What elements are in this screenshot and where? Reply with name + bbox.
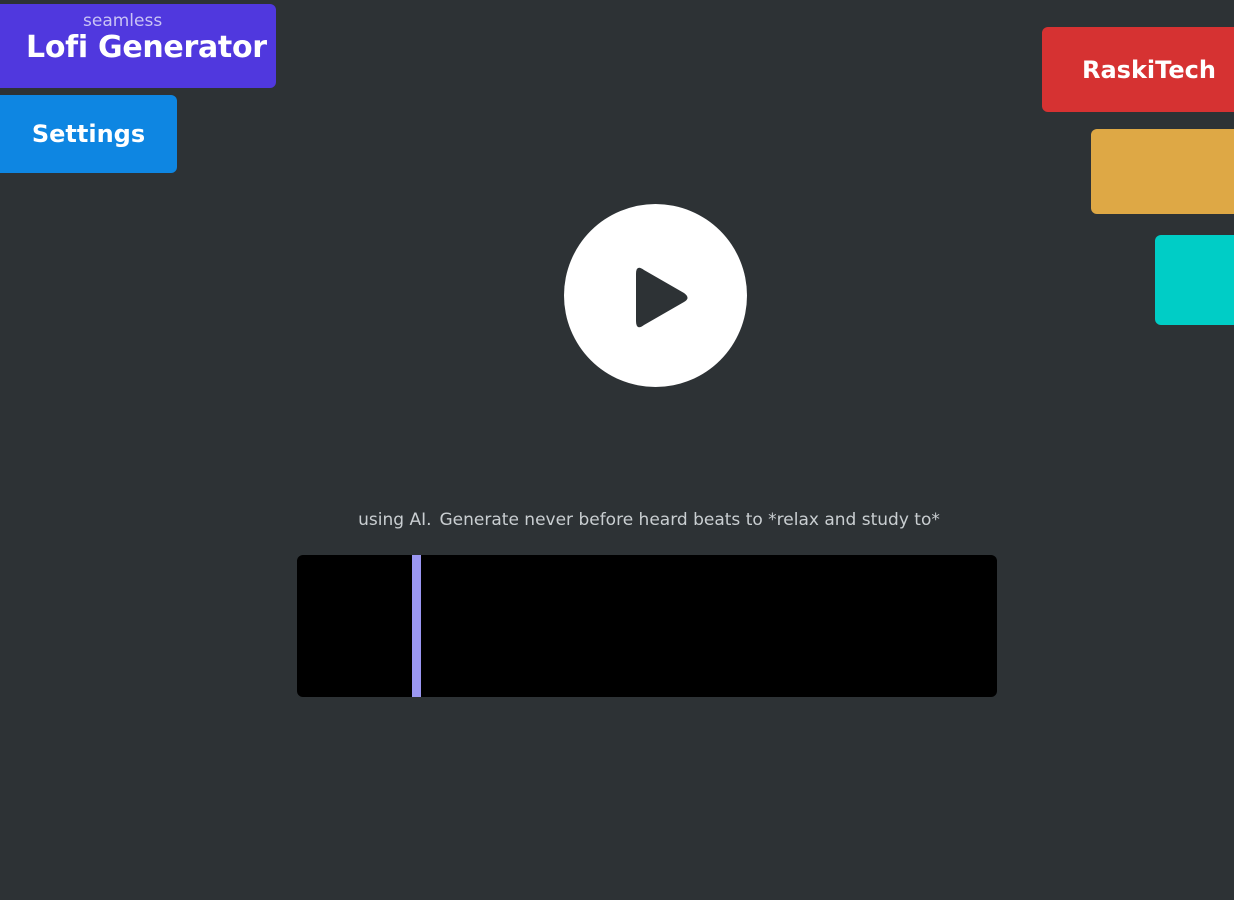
play-button[interactable] [564, 204, 747, 387]
side-tab-teal[interactable] [1155, 235, 1234, 325]
app-subtitle: seamless [83, 11, 163, 31]
page: seamless Lofi Generator Settings RaskiTe… [0, 0, 1234, 900]
audio-visualizer [297, 555, 997, 697]
visualizer-bar [412, 555, 421, 697]
raskitech-button[interactable]: RaskiTech [1042, 27, 1234, 112]
app-title-card: seamless Lofi Generator [0, 4, 276, 88]
app-title: Lofi Generator [26, 30, 267, 65]
play-icon [636, 267, 688, 328]
tagline-part-2: Generate never before heard beats to *re… [439, 510, 940, 530]
tagline-part-1: using AI. [358, 510, 432, 530]
side-tab-gold[interactable] [1091, 129, 1234, 214]
settings-button[interactable]: Settings [0, 95, 177, 173]
tagline: using AI. Generate never before heard bea… [0, 508, 1234, 532]
